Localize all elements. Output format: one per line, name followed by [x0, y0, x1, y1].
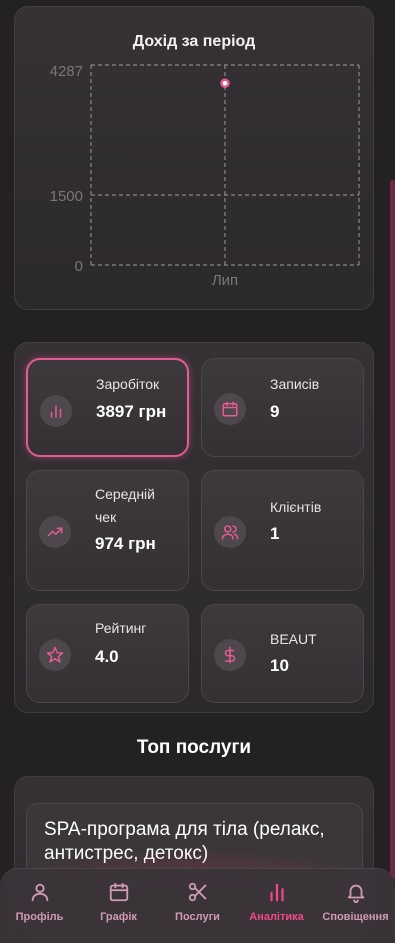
stat-average-check[interactable]: Середній чек 974 грн	[26, 470, 189, 591]
bell-icon	[347, 884, 364, 903]
nav-item-analytics[interactable]: Аналітика	[238, 869, 316, 923]
bottom-nav: Профіль Графік Послуги Аналітика Сповіще…	[0, 868, 395, 943]
user-icon	[31, 883, 48, 902]
income-chart: 4287 1500 0 Лип	[50, 63, 360, 289]
nav-label: Послуги	[175, 911, 220, 923]
stat-label: Рейтинг	[95, 620, 147, 636]
calendar-icon	[214, 393, 246, 425]
y-tick-label: 1500	[50, 188, 83, 205]
nav-label: Аналітика	[249, 911, 304, 923]
nav-item-profile[interactable]: Профіль	[1, 869, 79, 923]
stat-rating[interactable]: Рейтинг 4.0	[26, 604, 189, 703]
stat-appointments[interactable]: Записів 9	[201, 358, 364, 457]
stat-label: Заробіток	[96, 376, 160, 392]
nav-item-notifications[interactable]: Сповіщення	[317, 869, 395, 923]
income-chart-card: Дохід за період 4287 1500 0 Лип	[14, 6, 374, 310]
x-tick-label: Лип	[212, 272, 238, 289]
scissors-icon	[188, 882, 206, 902]
stat-beaut[interactable]: BEAUT 10	[201, 604, 364, 703]
nav-label: Графік	[100, 911, 137, 923]
stat-label: Клієнтів	[270, 499, 322, 515]
nav-label: Профіль	[15, 911, 64, 923]
nav-item-schedule[interactable]: Графік	[80, 869, 158, 923]
stat-value: 974 грн	[95, 534, 156, 553]
stat-value: 4.0	[95, 647, 119, 666]
stat-clients[interactable]: Клієнтів 1	[201, 470, 364, 591]
chart-points	[220, 78, 230, 88]
users-icon	[214, 516, 246, 548]
scrollbar[interactable]	[390, 180, 395, 880]
stat-value: 1	[270, 524, 280, 543]
trending-up-icon	[39, 516, 71, 548]
stat-value: 3897 грн	[96, 402, 167, 421]
stat-value: 10	[270, 656, 289, 675]
y-tick-label: 4287	[50, 63, 83, 80]
y-tick-label: 0	[75, 258, 83, 275]
bar-chart-icon	[40, 395, 72, 427]
stat-label: BEAUT	[270, 631, 317, 647]
dollar-icon	[214, 639, 246, 671]
stat-label: Середній чек	[95, 486, 155, 525]
nav-label: Сповіщення	[322, 911, 389, 923]
top-services-title: Топ послуги	[136, 737, 252, 758]
calendar-icon	[109, 882, 128, 902]
stat-value: 9	[270, 402, 280, 421]
nav-item-services[interactable]: Послуги	[159, 869, 237, 923]
bar-chart-icon	[269, 883, 284, 902]
stat-label: Записів	[270, 376, 320, 392]
stats-card: Заробіток 3897 грн Записів 9 Середній че…	[14, 342, 374, 713]
chart-point[interactable]	[220, 78, 230, 88]
stat-earnings[interactable]: Заробіток 3897 грн	[26, 358, 189, 457]
chart-grid	[90, 64, 360, 266]
star-icon	[39, 639, 71, 671]
